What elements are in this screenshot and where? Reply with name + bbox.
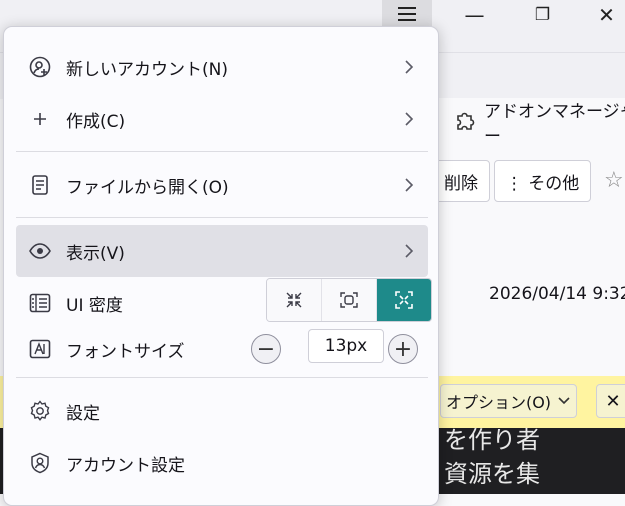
density-toggle-group <box>266 278 432 322</box>
tab-addon-manager[interactable]: アドオンマネージャー <box>438 98 625 147</box>
ui-density-row: UI 密度 <box>16 277 432 329</box>
menu-item-label: 設定 <box>66 403 100 424</box>
open-file-icon <box>28 173 52 197</box>
font-size-increase-button[interactable]: + <box>388 334 418 364</box>
menu-item-settings[interactable]: 設定 <box>16 385 428 437</box>
gear-icon <box>28 399 52 423</box>
menu-item-new-account[interactable]: 新しいアカウント(N) <box>16 41 428 93</box>
minimize-button[interactable]: — <box>452 0 497 30</box>
hamburger-icon <box>398 7 416 21</box>
font-size-icon <box>28 337 52 361</box>
density-normal-button[interactable] <box>322 279 377 321</box>
chevron-right-icon <box>404 159 414 211</box>
font-size-row: フォントサイズ − 13px + <box>16 323 428 375</box>
app-menu-button[interactable] <box>382 0 432 28</box>
density-icon <box>28 291 52 315</box>
notification-close-button[interactable]: ✕ <box>596 384 625 418</box>
font-size-value: 13px <box>308 329 384 363</box>
menu-item-label: ファイルから開く(O) <box>66 177 229 198</box>
menu-item-label: アカウント設定 <box>66 455 185 476</box>
menu-item-label: 表示(V) <box>66 243 125 264</box>
font-size-label: フォントサイズ <box>66 341 185 362</box>
account-icon <box>28 451 52 475</box>
date-text: 2026/04/14 9:32 <box>489 284 625 304</box>
app-menu-panel: 新しいアカウント(N) 作成(C) ファイルから開く(O) 表示(V) UI 密… <box>3 26 439 506</box>
menu-separator <box>16 151 428 152</box>
menu-separator <box>16 377 428 378</box>
chevron-down-icon <box>558 397 570 405</box>
chevron-right-icon <box>404 41 414 93</box>
options-label: オプション(O) <box>445 393 552 412</box>
density-touch-button[interactable] <box>377 279 431 321</box>
menu-separator <box>16 217 428 218</box>
touch-icon <box>395 291 413 309</box>
menu-item-account-settings[interactable]: アカウント設定 <box>16 437 428 489</box>
dark-text-line1: を作り者 <box>444 426 540 454</box>
delete-button[interactable]: 削除 <box>432 160 490 202</box>
eye-icon <box>28 239 52 263</box>
normal-icon <box>340 292 358 308</box>
density-compact-button[interactable] <box>267 279 322 321</box>
dark-text-line2: 資源を集 <box>444 460 540 488</box>
more-button[interactable]: ⋮ その他 <box>494 160 591 202</box>
menu-item-open-file[interactable]: ファイルから開く(O) <box>16 159 428 211</box>
tab-label: アドオンマネージャー <box>484 102 625 147</box>
restore-button[interactable]: ❐ <box>520 0 565 30</box>
compact-icon <box>286 292 302 308</box>
menu-item-label: 新しいアカウント(N) <box>66 59 228 80</box>
menu-item-view[interactable]: 表示(V) <box>16 225 428 277</box>
menu-item-create[interactable]: 作成(C) <box>16 93 428 145</box>
new-account-icon <box>28 55 52 79</box>
puzzle-icon <box>454 109 476 136</box>
star-icon[interactable]: ☆ <box>604 168 624 193</box>
menu-item-label: 作成(C) <box>66 111 126 132</box>
chevron-right-icon <box>404 93 414 145</box>
close-window-button[interactable]: ✕ <box>588 0 625 30</box>
chevron-right-icon <box>404 225 414 277</box>
options-button[interactable]: オプション(O) <box>440 384 577 418</box>
plus-icon <box>28 107 52 131</box>
font-size-decrease-button[interactable]: − <box>251 334 281 364</box>
ui-density-label: UI 密度 <box>66 295 123 316</box>
